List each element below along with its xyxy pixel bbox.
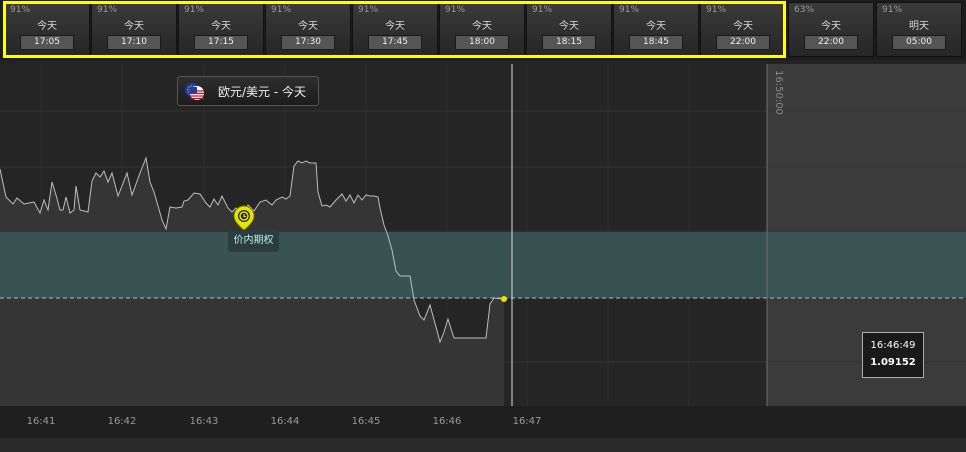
price-chart[interactable]: 16:41 16:42 16:43 16:44 16:45 16:46 16:4… — [0, 64, 966, 452]
expiry-time: 17:45 — [368, 35, 422, 50]
asset-name: 欧元/美元 - 今天 — [218, 85, 307, 99]
payout-percent: 91% — [358, 5, 379, 15]
expiry-day: 今天 — [37, 21, 57, 32]
payout-percent: 91% — [184, 5, 205, 15]
price-chart-canvas: 16:41 16:42 16:43 16:44 16:45 16:46 16:4… — [0, 64, 966, 452]
expiry-time: 18:15 — [542, 35, 596, 50]
expiry-tile[interactable]: 91% 今天 17:15 — [178, 2, 264, 57]
x-tick-label: 16:47 — [513, 416, 542, 427]
readout-price: 1.09152 — [870, 357, 916, 368]
expiry-day: 明天 — [909, 21, 929, 32]
expiry-time: 17:10 — [107, 35, 161, 50]
in-the-money-label: 价内期权 — [228, 230, 279, 252]
expiry-tile[interactable]: 91% 今天 17:45 — [352, 2, 438, 57]
expiry-day: 今天 — [733, 21, 753, 32]
x-axis-strip — [0, 406, 966, 438]
expiry-day: 今天 — [472, 21, 492, 32]
payout-percent: 91% — [706, 5, 727, 15]
in-money-band — [0, 232, 966, 298]
expiry-day: 今天 — [124, 21, 144, 32]
expiry-tile[interactable]: 91% 今天 18:15 — [526, 2, 612, 57]
x-tick-label: 16:41 — [27, 416, 56, 427]
current-price-dot — [501, 296, 507, 302]
readout-time: 16:46:49 — [870, 340, 916, 351]
payout-percent: 91% — [97, 5, 118, 15]
expiry-time: 05:00 — [892, 35, 946, 50]
expiry-day: 今天 — [211, 21, 231, 32]
expiry-tile[interactable]: 91% 今天 17:30 — [265, 2, 351, 57]
expiry-tile[interactable]: 91% 今天 18:00 — [439, 2, 525, 57]
payout-percent: 91% — [445, 5, 466, 15]
x-tick-label: 16:44 — [271, 416, 300, 427]
expiry-day: 今天 — [298, 21, 318, 32]
expiry-tile[interactable]: 91% 今天 18:45 — [613, 2, 699, 57]
expiry-day: 今天 — [559, 21, 579, 32]
asset-selector[interactable]: 欧元/美元 - 今天 — [177, 76, 319, 106]
expiry-time: 18:00 — [455, 35, 509, 50]
expiry-tile[interactable]: 91% 今天 22:00 — [700, 2, 786, 57]
payout-percent: 91% — [882, 5, 903, 15]
expiry-time-label: 16:50:00 — [773, 70, 784, 115]
expiry-time: 17:05 — [20, 35, 74, 50]
eur-usd-flag-icon — [185, 83, 204, 100]
expiry-tile[interactable]: 63% 今天 22:00 — [788, 2, 874, 57]
expiry-time: 17:15 — [194, 35, 248, 50]
expiry-day: 今天 — [821, 21, 841, 32]
expiry-day: 今天 — [646, 21, 666, 32]
payout-percent: 91% — [271, 5, 292, 15]
x-tick-label: 16:43 — [190, 416, 219, 427]
expiry-tile[interactable]: 91% 明天 05:00 — [876, 2, 962, 57]
expiry-tile[interactable]: 91% 今天 17:10 — [91, 2, 177, 57]
payout-percent: 91% — [619, 5, 640, 15]
expiry-time: 17:30 — [281, 35, 335, 50]
expiry-time: 18:45 — [629, 35, 683, 50]
payout-percent: 91% — [10, 5, 31, 15]
expiry-time: 22:00 — [804, 35, 858, 50]
expiry-tile[interactable]: 91% 今天 17:05 — [4, 2, 90, 57]
expiry-day: 今天 — [385, 21, 405, 32]
x-tick-label: 16:45 — [352, 416, 381, 427]
expiry-time: 22:00 — [716, 35, 770, 50]
payout-percent: 91% — [532, 5, 553, 15]
expiry-bar: 91% 今天 17:05 91% 今天 17:10 91% 今天 17:15 9… — [0, 0, 966, 60]
price-time-readout: 16:46:49 1.09152 — [862, 332, 924, 378]
payout-percent: 63% — [794, 5, 815, 15]
x-tick-label: 16:42 — [108, 416, 137, 427]
x-tick-label: 16:46 — [433, 416, 462, 427]
